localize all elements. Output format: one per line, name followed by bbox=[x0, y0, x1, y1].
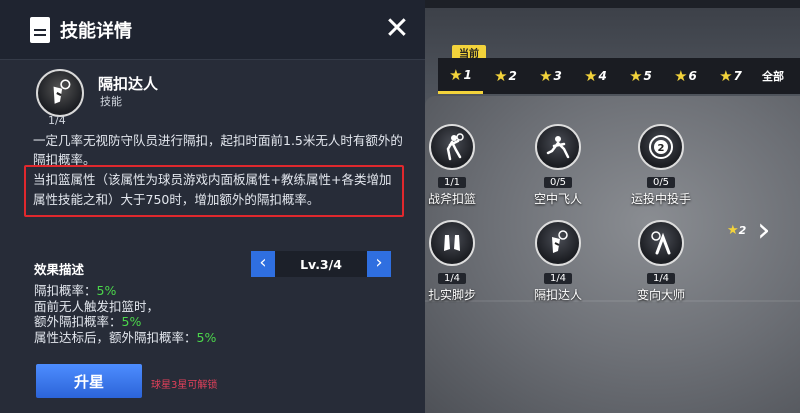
panel-header: 技能详情 bbox=[0, 0, 425, 60]
skill-node-count: 0/5 bbox=[646, 177, 676, 188]
star-icon: ★ bbox=[584, 67, 598, 85]
skill-icon bbox=[36, 69, 84, 117]
dribble-player-icon bbox=[638, 220, 684, 266]
skill-count: 1/4 bbox=[48, 114, 66, 127]
star-icon: ★ bbox=[674, 67, 688, 85]
skill-type: 技能 bbox=[100, 95, 122, 108]
svg-text:2: 2 bbox=[658, 143, 665, 154]
flying-player-icon bbox=[535, 124, 581, 170]
star-tab-3[interactable]: ★ 3 bbox=[528, 58, 573, 94]
star-tab-1[interactable]: ★ 1 bbox=[438, 58, 483, 94]
star-tab-2[interactable]: ★ 2 bbox=[483, 58, 528, 94]
star-icon: ★ bbox=[727, 223, 739, 238]
upgrade-star-button[interactable]: 升星 bbox=[36, 364, 142, 398]
skill-node-count: 1/4 bbox=[646, 273, 676, 284]
star-icon: ★ bbox=[494, 67, 508, 85]
skill-node-name: 变向大师 bbox=[636, 288, 685, 302]
star-icon: ★ bbox=[449, 65, 463, 84]
skill-node-crossover-master[interactable]: 1/4 变向大师 bbox=[621, 220, 701, 303]
top-strip bbox=[420, 0, 800, 8]
star-tab-7[interactable]: ★ 7 bbox=[708, 58, 753, 94]
effect-line: 隔扣概率：5% bbox=[34, 283, 117, 298]
level-next-button[interactable]: › bbox=[367, 251, 391, 277]
skill-node-name: 隔扣达人 bbox=[533, 288, 582, 302]
star-tab-4[interactable]: ★ 4 bbox=[573, 58, 618, 94]
close-button[interactable]: ✕ bbox=[383, 14, 411, 44]
skill-node-midrange-shooter[interactable]: 2 0/5 运投中投手 bbox=[621, 124, 701, 207]
skill-node-count: 1/1 bbox=[437, 177, 467, 188]
effect-line: 属性达标后，额外隔扣概率：5% bbox=[34, 329, 217, 345]
effect-line: 面前无人触发扣篮时， bbox=[34, 298, 160, 314]
skill-node-count: 1/4 bbox=[437, 273, 467, 284]
unlock-hint: 球星3星可解锁 bbox=[151, 380, 218, 391]
poster-dunk-icon bbox=[535, 220, 581, 266]
dunk-player-icon bbox=[429, 124, 475, 170]
level-text: Lv.3/4 bbox=[300, 256, 342, 272]
skill-node-poster-dunk[interactable]: 1/4 隔扣达人 bbox=[518, 220, 598, 303]
skill-node-air-walk[interactable]: 0/5 空中飞人 bbox=[518, 124, 598, 207]
star-icon: ★ bbox=[539, 67, 553, 85]
skill-node-name: 空中飞人 bbox=[533, 192, 582, 206]
star-tab-6[interactable]: ★ 6 bbox=[663, 58, 708, 94]
next-star-indicator: ★2 bbox=[727, 223, 747, 238]
skill-condition-description: 当扣篮属性（该属性为球员游戏内面板属性+教练属性+各类增加属性技能之和）大于75… bbox=[33, 172, 392, 207]
star-icon: ★ bbox=[629, 67, 643, 85]
skill-description: 一定几率无视防守队员进行隔扣，起扣时面前1.5米无人时有额外的隔扣概率。 bbox=[33, 133, 403, 167]
chevron-right-icon[interactable]: › bbox=[757, 212, 779, 248]
effect-list: 隔扣概率：5% 面前无人触发扣篮时， 额外隔扣概率：5% 属性达标后，额外隔扣概… bbox=[34, 283, 216, 345]
document-icon bbox=[30, 16, 50, 43]
skill-node-name: 运投中投手 bbox=[630, 192, 691, 206]
level-selector: ‹ Lv.3/4 › bbox=[251, 251, 391, 277]
star-icon: ★ bbox=[719, 67, 733, 85]
star-tab-bar: ★ 1 ★ 2 ★ 3 ★ 4 ★ 5 ★ 6 ★ 7 全部 bbox=[438, 58, 800, 94]
effect-label: 效果描述 bbox=[34, 262, 85, 277]
skill-detail-panel: 技能详情 ✕ 1/4 隔扣达人 技能 一定几率无视防守队员进行隔扣，起扣时面前1… bbox=[0, 0, 425, 413]
skill-name: 隔扣达人 bbox=[98, 75, 159, 93]
numbered-ball-icon: 2 bbox=[638, 124, 684, 170]
sneakers-icon bbox=[429, 220, 475, 266]
skill-node-count: 1/4 bbox=[543, 273, 573, 284]
star-tab-all[interactable]: 全部 bbox=[753, 58, 793, 94]
level-prev-button[interactable]: ‹ bbox=[251, 251, 275, 277]
effect-line: 额外隔扣概率：5% bbox=[34, 314, 142, 329]
star-tab-5[interactable]: ★ 5 bbox=[618, 58, 663, 94]
panel-title: 技能详情 bbox=[60, 20, 132, 42]
skill-node-count: 0/5 bbox=[543, 177, 573, 188]
